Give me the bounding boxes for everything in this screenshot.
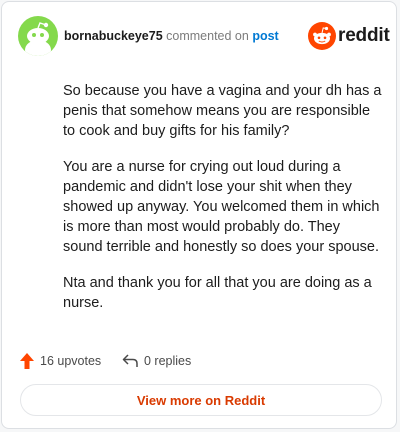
post-link[interactable]: post: [252, 29, 278, 43]
username-link[interactable]: bornabuckeye75: [64, 29, 163, 43]
upvotes-count: 16 upvotes: [40, 354, 102, 368]
upvotes-stat[interactable]: 16 upvotes: [20, 350, 101, 372]
action-text: commented on: [166, 29, 249, 43]
comment-footer: 16 upvotes 0 replies: [20, 350, 382, 372]
reply-arrow-icon: [122, 354, 138, 367]
replies-stat[interactable]: 0 replies: [122, 350, 191, 372]
view-more-button[interactable]: View more on Reddit: [20, 384, 382, 416]
comment-byline: bornabuckeye75 commented on post: [64, 28, 279, 44]
comment-paragraph-2: You are a nurse for crying out loud duri…: [63, 159, 380, 255]
reddit-logo[interactable]: reddit: [308, 21, 390, 51]
upvote-arrow-icon: [20, 353, 34, 369]
comment-header: bornabuckeye75 commented on post reddit: [18, 16, 390, 56]
comment-embed-card: bornabuckeye75 commented on post reddit …: [1, 1, 397, 429]
comment-paragraph-1: So because you have a vagina and your dh…: [63, 83, 382, 139]
comment-body: So because you have a vagina and your dh…: [63, 81, 383, 329]
reddit-wordmark: reddit: [338, 25, 390, 46]
comment-paragraph-3: Nta and thank you for all that you are d…: [63, 275, 372, 311]
replies-count: 0 replies: [144, 354, 192, 368]
snoo-avatar-icon[interactable]: [18, 16, 58, 56]
reddit-logo-icon: [308, 22, 336, 50]
